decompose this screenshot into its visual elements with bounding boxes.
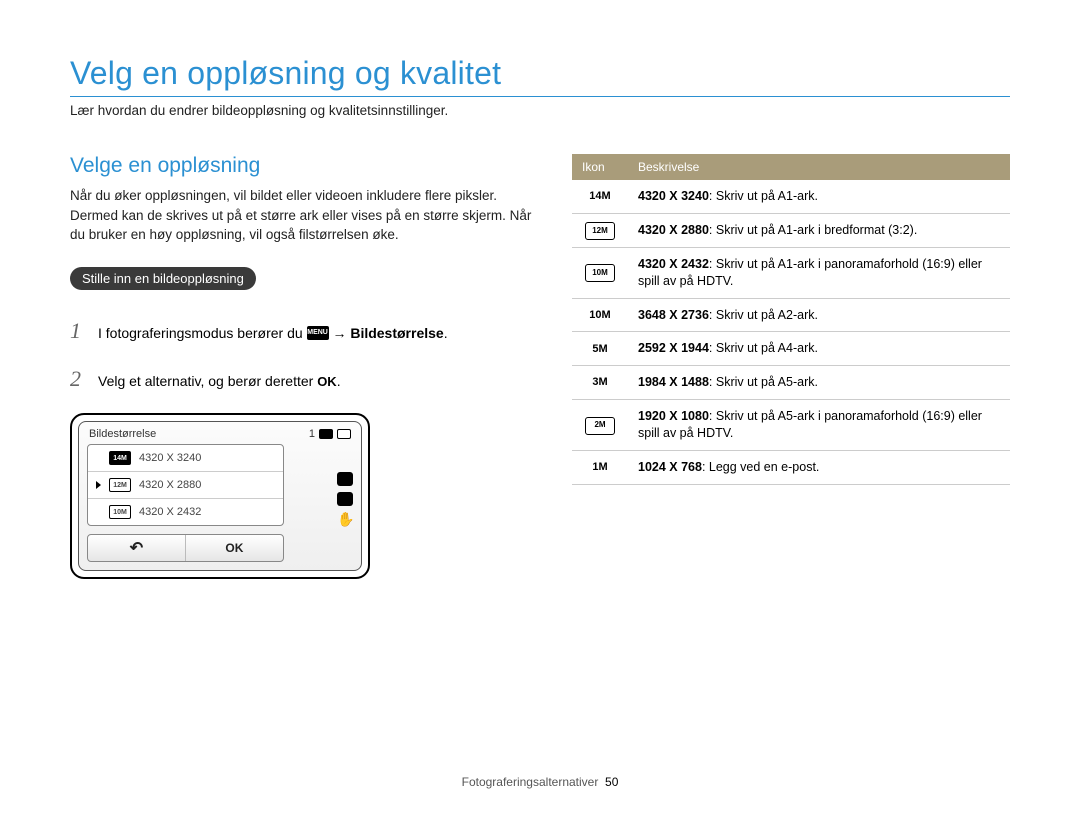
resolution-desc: : Skriv ut på A2-ark. [709,308,818,322]
device-status-icons: 1 [309,428,351,440]
resolution-desc: : Legg ved en e-post. [702,460,819,474]
menu-icon: MENU [307,326,329,340]
back-button[interactable]: ↶ [88,535,185,561]
resolution-icon: 12M [585,222,615,240]
ok-icon: OK [317,374,337,389]
device-frame: Bildestørrelse 1 ✋ 14M 4320 X 3240 12M 4320… [70,413,370,579]
title-rule [70,96,1010,97]
step-1: 1 I fotograferingsmodus berører du MENU … [70,316,534,347]
resolution-label: 4320 X 3240 [139,452,201,464]
resolution-value: 1984 X 1488 [638,375,709,389]
battery-icon [337,429,351,439]
section-heading: Velge en oppløsning [70,154,534,178]
back-arrow-icon: ↶ [130,538,143,558]
ok-button[interactable]: OK [186,535,283,561]
resolution-icon: 12M [109,478,131,492]
counter: 1 [309,428,315,440]
resolution-icon: 10M [109,505,131,519]
table-row: 2M1920 X 1080: Skriv ut på A5-ark i pano… [572,400,1010,451]
table-row: 10M 3648 X 2736: Skriv ut på A2-ark. [572,298,1010,332]
resolution-value: 3648 X 2736 [638,308,709,322]
resolution-desc: : Skriv ut på A1-ark i bredformat (3:2). [709,223,917,237]
device-footer: ↶ OK [87,534,284,562]
resolution-icon: 10M [585,306,615,324]
page-subtitle: Lær hvordan du endrer bildeoppløsning og… [70,103,1010,118]
menu-item[interactable]: 12M 4320 X 2880 [88,472,283,499]
mode-icon [337,472,353,486]
hand-icon: ✋ [337,512,353,526]
footer-page: 50 [605,775,618,789]
step-1-pre: I fotograferingsmodus berører du [98,325,307,341]
menu-item[interactable]: 10M 4320 X 2432 [88,499,283,525]
arrow-icon: → [332,325,346,341]
step-number: 1 [70,316,86,347]
device-title: Bildestørrelse [89,428,156,440]
resolution-table: Ikon Beskrivelse 14M4320 X 3240: Skriv u… [572,154,1010,485]
page-footer: Fotograferingsalternativer 50 [0,775,1080,789]
intro-paragraph: Når du øker oppløsningen, vil bildet ell… [70,186,534,245]
table-row: 1M 1024 X 768: Legg ved en e-post. [572,450,1010,484]
resolution-desc: : Skriv ut på A1-ark. [709,189,818,203]
resolution-icon: 2M [585,417,615,435]
step-1-target: Bildestørrelse [350,325,443,341]
col-desc: Beskrivelse [628,154,1010,180]
step-2: 2 Velg et alternativ, og berør deretter … [70,364,534,395]
footer-section: Fotograferingsalternativer [462,775,599,789]
resolution-desc: : Skriv ut på A5-ark. [709,375,818,389]
resolution-icon: 14M [109,451,131,465]
col-icon: Ikon [572,154,628,180]
table-row: 10M4320 X 2432: Skriv ut på A1-ark i pan… [572,247,1010,298]
step-1-text: I fotograferingsmodus berører du MENU → … [98,324,448,344]
resolution-icon: 3M [585,374,615,392]
step-2-pre: Velg et alternativ, og berør deretter [98,373,317,389]
table-row: 14M 4320 X 3240: Skriv ut på A1-ark. [572,180,1010,213]
page-title: Velg en oppløsning og kvalitet [70,55,1010,92]
flash-icon [337,492,353,506]
selection-marker [96,481,101,489]
resolution-value: 1024 X 768 [638,460,702,474]
table-row: 12M 4320 X 2880: Skriv ut på A1-ark i bre… [572,213,1010,247]
resolution-icon: 5M [585,340,615,358]
step-2-text: Velg et alternativ, og berør deretter OK… [98,372,341,392]
resolution-value: 4320 X 3240 [638,189,709,203]
menu-item[interactable]: 14M 4320 X 3240 [88,445,283,472]
step-number: 2 [70,364,86,395]
resolution-value: 4320 X 2432 [638,257,709,271]
device-side-icons: ✋ [337,472,353,526]
resolution-icon: 10M [585,264,615,282]
step-2-post: . [337,373,341,389]
resolution-value: 4320 X 2880 [638,223,709,237]
procedure-pill: Stille inn en bildeoppløsning [70,267,256,290]
table-row: 5M 2592 X 1944: Skriv ut på A4-ark. [572,332,1010,366]
resolution-label: 4320 X 2432 [139,506,201,518]
resolution-desc: : Skriv ut på A4-ark. [709,341,818,355]
resolution-label: 4320 X 2880 [139,479,201,491]
device-screen: Bildestørrelse 1 ✋ 14M 4320 X 3240 12M 4320… [78,421,362,571]
resolution-menu[interactable]: 14M 4320 X 3240 12M 4320 X 2880 10M 4320 X 24… [87,444,284,526]
resolution-value: 1920 X 1080 [638,409,709,423]
resolution-icon: 14M [585,188,615,206]
resolution-icon: 1M [585,459,615,477]
resolution-value: 2592 X 1944 [638,341,709,355]
table-row: 3M 1984 X 1488: Skriv ut på A5-ark. [572,366,1010,400]
sd-icon [319,429,333,439]
